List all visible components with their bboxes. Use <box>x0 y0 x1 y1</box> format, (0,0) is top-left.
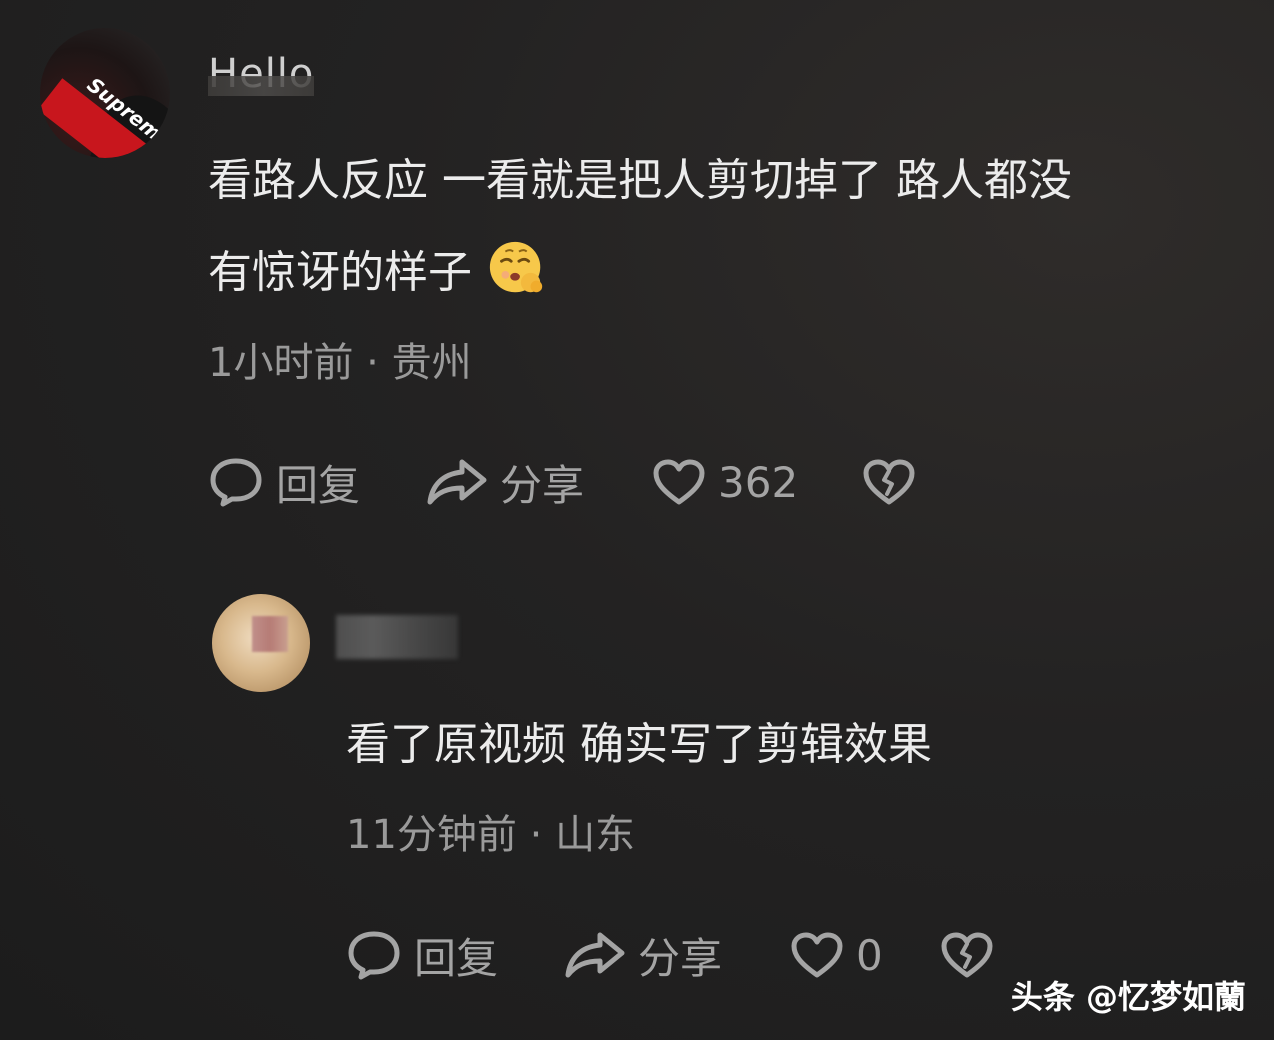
share-button[interactable]: 分享 <box>564 925 790 986</box>
heart-icon <box>653 459 705 505</box>
reply-time: 11分钟前 <box>346 812 517 858</box>
dislike-button[interactable] <box>862 458 916 506</box>
like-button[interactable]: 362 <box>652 458 862 507</box>
speech-bubble-icon <box>210 458 262 507</box>
shushing-face-emoji-icon <box>489 241 543 293</box>
comment-text-line-1: 看路人反应 一看就是把人剪切掉了 路人都没 <box>208 155 1072 206</box>
meta-separator: · <box>366 340 379 386</box>
reply-avatar[interactable] <box>212 594 310 692</box>
reply-label: 回复 <box>276 460 361 510</box>
share-label: 分享 <box>500 460 585 510</box>
broken-heart-icon <box>863 459 915 505</box>
share-label: 分享 <box>638 933 723 983</box>
share-arrow-icon <box>427 459 487 505</box>
reply-meta: 11分钟前 · 山东 <box>346 802 635 860</box>
dislike-button[interactable] <box>940 931 994 979</box>
broken-heart-icon <box>941 932 993 978</box>
comment-time: 1小时前 <box>208 340 354 386</box>
comment-text-line-2: 有惊讶的样子 <box>208 226 548 320</box>
reply-location: 山东 <box>555 812 636 858</box>
like-count: 0 <box>856 930 883 980</box>
like-count: 362 <box>718 457 799 507</box>
reply-label: 回复 <box>414 933 499 983</box>
speech-bubble-icon <box>348 931 400 980</box>
share-button[interactable]: 分享 <box>426 452 652 513</box>
commenter-avatar[interactable]: Supreme <box>40 28 170 158</box>
comment-meta: 1小时前 · 贵州 <box>208 330 472 388</box>
reply-text: 看了原视频 确实写了剪辑效果 <box>346 719 932 770</box>
comment-actions: 回复 分享 362 <box>208 452 916 512</box>
watermark: 头条 @忆梦如蘭 <box>1010 978 1246 1016</box>
avatar-mosaic <box>252 616 288 652</box>
reply-actions: 回复 分享 0 <box>346 925 994 985</box>
reply-button[interactable]: 回复 <box>208 452 426 513</box>
comment-location: 贵州 <box>391 340 472 386</box>
reply-username[interactable] <box>336 615 458 659</box>
heart-icon <box>791 932 843 978</box>
meta-separator: · <box>529 812 543 858</box>
commenter-username[interactable]: Hello <box>208 42 315 96</box>
comment-text-line-2-content: 有惊讶的样子 <box>208 247 472 298</box>
like-button[interactable]: 0 <box>790 931 940 980</box>
share-arrow-icon <box>565 932 625 978</box>
reply-button[interactable]: 回复 <box>346 925 564 986</box>
